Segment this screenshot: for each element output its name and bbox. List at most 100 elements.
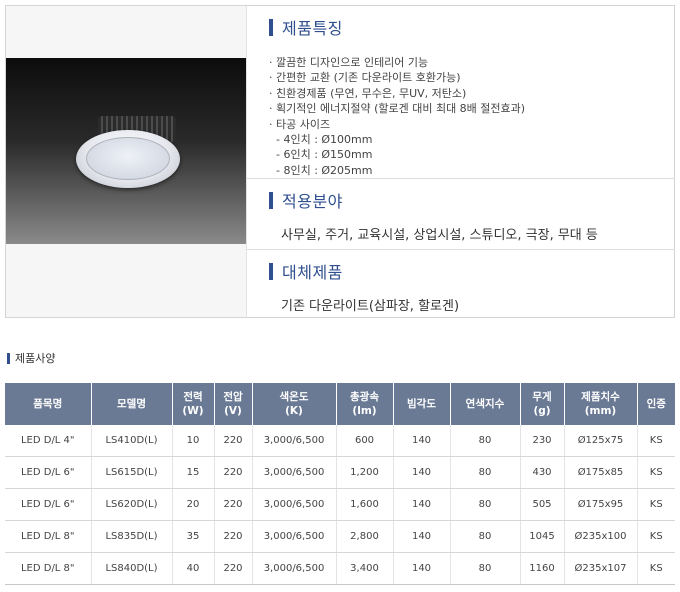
spec-table: 품목명 모델명 전력 (W) 전압 (V) 색온도 (K) 총광속 (lm) 빔각도 연색지수 무게 (g… <box>5 383 675 585</box>
table-cell: Ø235x107 <box>563 552 637 585</box>
table-cell: 220 <box>213 488 252 521</box>
table-cell: 1,600 <box>335 488 393 521</box>
table-cell: 20 <box>171 488 214 521</box>
table-cell: 1160 <box>519 552 564 585</box>
feature-item: · 간편한 교환 (기존 다운라이트 호환가능) <box>269 71 461 85</box>
replacement-heading: 대체제품 <box>269 259 343 283</box>
table-cell: LED D/L 4" <box>5 425 91 457</box>
table-cell: Ø235x100 <box>563 520 637 553</box>
features-list: · 깔끔한 디자인으로 인테리어 기능 · 간편한 교환 (기존 다운라이트 호환… <box>269 55 525 178</box>
table-cell: 80 <box>449 488 520 521</box>
spec-title: 제품사양 <box>15 352 56 365</box>
table-cell: LED D/L 8" <box>5 520 91 553</box>
spec-header-cell: 전압 (V) <box>213 383 252 425</box>
table-cell: 430 <box>519 456 564 489</box>
table-cell: LS835D(L) <box>90 520 172 553</box>
product-info: 제품특징 · 깔끔한 디자인으로 인테리어 기능 · 간편한 교환 (기존 다운라… <box>246 6 675 317</box>
header-line: (W) <box>182 405 204 417</box>
table-cell: LS620D(L) <box>90 488 172 521</box>
table-cell: Ø125x75 <box>563 425 637 457</box>
spec-body: LED D/L 4" LS410D(L) 10 220 3,000/6,500 600 14… <box>5 425 675 585</box>
applications-text: 사무실, 주거, 교육시설, 상업시설, 스튜디오, 극장, 무대 등 <box>281 228 598 243</box>
table-row: LED D/L 6" LS615D(L) 15 220 3,000/6,500 1,200… <box>5 456 675 489</box>
feature-item: - 6인치 : Ø150mm <box>269 148 373 162</box>
feature-item: · 깔끔한 디자인으로 인테리어 기능 <box>269 56 429 69</box>
table-cell: 220 <box>213 425 252 457</box>
table-cell: KS <box>636 520 675 553</box>
product-overview: 제품특징 · 깔끔한 디자인으로 인테리어 기능 · 간편한 교환 (기존 다운라… <box>5 5 675 318</box>
table-cell: 140 <box>392 456 450 489</box>
header-line: (K) <box>285 405 303 417</box>
feature-item: · 획기적인 에너지절약 (할로겐 대비 최대 8배 절전효과) <box>269 102 526 116</box>
features-title: 제품특징 <box>282 19 343 38</box>
led-downlight-photo <box>6 58 246 244</box>
table-cell: 1045 <box>519 520 564 553</box>
header-line: (V) <box>224 405 242 417</box>
spec-header-cell: 모델명 <box>90 383 172 425</box>
table-cell: 140 <box>392 488 450 521</box>
table-row: LED D/L 8" LS840D(L) 40 220 3,000/6,500 3,400… <box>5 552 675 585</box>
table-cell: 10 <box>171 425 214 457</box>
header-line: 전력 <box>183 391 203 403</box>
table-cell: 3,000/6,500 <box>251 488 336 521</box>
header-line: (lm) <box>352 405 377 417</box>
table-cell: 140 <box>392 552 450 585</box>
applications-title: 적용분야 <box>282 192 343 211</box>
table-cell: LS840D(L) <box>90 552 172 585</box>
table-cell: 3,000/6,500 <box>251 456 336 489</box>
header-line: 무게 <box>532 391 552 403</box>
section-bar-icon <box>269 191 273 209</box>
feature-item: - 4인치 : Ø100mm <box>269 133 373 147</box>
section-bar-icon <box>269 18 273 36</box>
table-row: LED D/L 4" LS410D(L) 10 220 3,000/6,500 600 14… <box>5 425 675 457</box>
header-line: 인증 <box>646 398 666 410</box>
table-cell: Ø175x95 <box>563 488 637 521</box>
spec-header-row: 품목명 모델명 전력 (W) 전압 (V) 색온도 (K) 총광속 (lm) 빔각도 연색지수 무게 (g… <box>5 383 675 425</box>
spec-header-cell: 전력 (W) <box>171 383 214 425</box>
table-cell: KS <box>636 488 675 521</box>
table-cell: Ø175x85 <box>563 456 637 489</box>
header-line: 총광속 <box>350 391 379 403</box>
features-heading: 제품특징 <box>269 15 343 39</box>
table-cell: 2,800 <box>335 520 393 553</box>
header-line: (mm) <box>584 405 617 417</box>
section-bar-icon <box>269 262 273 280</box>
spec-header-cell: 연색지수 <box>449 383 520 425</box>
header-line: 제품치수 <box>581 391 620 403</box>
product-photo-cell <box>6 6 246 317</box>
feature-item: - 8인치 : Ø205mm <box>269 163 373 177</box>
header-line: 빔각도 <box>407 398 436 410</box>
table-cell: 80 <box>449 425 520 457</box>
applications-section: 적용분야 사무실, 주거, 교육시설, 상업시설, 스튜디오, 극장, 무대 등 <box>247 179 675 249</box>
header-line: (g) <box>533 405 551 417</box>
table-row: LED D/L 6" LS620D(L) 20 220 3,000/6,500 1,600… <box>5 488 675 521</box>
table-cell: LED D/L 8" <box>5 552 91 585</box>
applications-heading: 적용분야 <box>269 188 343 212</box>
features-section: 제품특징 · 깔끔한 디자인으로 인테리어 기능 · 간편한 교환 (기존 다운라… <box>247 6 675 178</box>
table-cell: KS <box>636 456 675 489</box>
table-cell: 3,000/6,500 <box>251 520 336 553</box>
header-line: 색온도 <box>279 391 309 403</box>
lens-shape <box>86 137 170 180</box>
table-cell: 220 <box>213 520 252 553</box>
table-cell: 3,000/6,500 <box>251 425 336 457</box>
feature-item: · 타공 사이즈 <box>269 117 331 131</box>
header-line: 품목명 <box>33 398 63 410</box>
table-cell: 80 <box>449 552 520 585</box>
spec-header-cell: 제품치수 (mm) <box>563 383 637 425</box>
table-cell: 140 <box>392 520 450 553</box>
table-cell: 220 <box>213 552 252 585</box>
table-cell: 80 <box>449 456 520 489</box>
table-cell: 1,200 <box>335 456 393 489</box>
table-cell: 80 <box>449 520 520 553</box>
table-cell: 600 <box>335 425 393 457</box>
feature-item: · 친환경제품 (무연, 무수은, 무UV, 저탄소) <box>269 86 467 100</box>
header-line: 연색지수 <box>465 398 505 410</box>
spec-header-cell: 빔각도 <box>392 383 450 425</box>
table-cell: LED D/L 6" <box>5 456 91 489</box>
table-cell: LS615D(L) <box>90 456 172 489</box>
table-cell: LS410D(L) <box>90 425 172 457</box>
table-cell: 15 <box>171 456 214 489</box>
spec-header-cell: 인증 <box>636 383 675 425</box>
table-cell: KS <box>636 425 675 457</box>
